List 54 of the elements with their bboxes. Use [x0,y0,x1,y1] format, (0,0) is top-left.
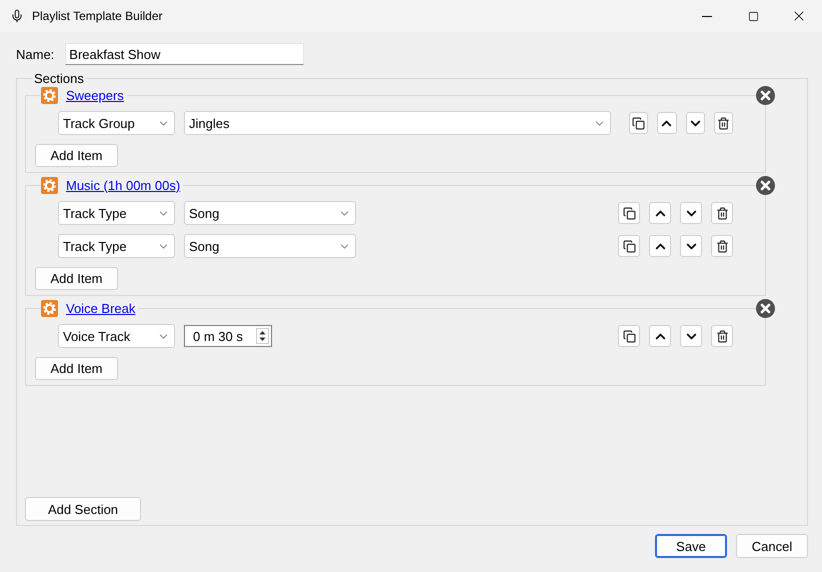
value-dropdown[interactable]: Song [184,201,356,225]
microphone-icon [10,9,24,23]
trash-icon [716,330,728,342]
remove-section-icon[interactable] [756,299,775,318]
copy-button[interactable] [618,235,640,257]
add-section-button[interactable]: Add Section [25,497,141,521]
source-dropdown[interactable]: Track Type [58,234,175,258]
copy-icon [622,330,636,342]
source-dropdown[interactable]: Voice Track [58,324,175,348]
copy-icon [622,240,636,252]
trash-icon [716,116,730,130]
sections-label: Sections [34,71,84,86]
copy-button[interactable] [629,112,648,134]
delete-button[interactable] [711,202,733,224]
trash-icon [716,206,728,220]
move-up-button[interactable] [649,325,671,347]
copy-icon [632,116,646,130]
add-item-button[interactable]: Add Item [35,357,118,380]
source-dropdown[interactable]: Track Group [58,111,175,135]
gear-icon[interactable] [41,176,58,194]
remove-section-icon[interactable] [756,176,775,195]
move-down-button[interactable] [680,202,702,224]
duration-spinner[interactable]: 0 m 30 s [184,325,272,347]
delete-button[interactable] [714,112,733,134]
delete-button[interactable] [711,235,733,257]
move-down-button[interactable] [686,112,705,134]
dialog-button[interactable]: Cancel [736,534,808,558]
source-dropdown[interactable]: Track Type [58,201,175,225]
copy-icon [622,206,636,220]
move-up-button[interactable] [649,202,671,224]
maximize-icon [748,10,758,22]
name-label: Name: [16,46,54,62]
copy-button[interactable] [618,325,640,347]
add-item-button[interactable]: Add Item [35,267,118,290]
spin-arrows-icon[interactable] [256,328,269,344]
section-title-link[interactable]: Voice Break [66,300,136,316]
dialog-button[interactable]: Save [655,534,727,558]
window-title: Playlist Template Builder [32,9,164,23]
trash-icon [716,240,728,252]
gear-icon[interactable] [41,300,58,316]
move-down-button[interactable] [680,235,702,257]
gear-icon[interactable] [41,86,58,104]
section-title-link[interactable]: Sweepers [66,88,124,102]
add-item-button[interactable]: Add Item [35,144,118,167]
value-dropdown[interactable]: Song [184,234,356,258]
name-field[interactable]: Breakfast Show [65,43,304,65]
delete-button[interactable] [711,325,733,347]
remove-section-icon[interactable] [756,86,775,105]
move-up-button[interactable] [657,112,676,134]
move-up-button[interactable] [649,235,671,257]
value-dropdown[interactable]: Jingles [184,111,611,135]
move-down-button[interactable] [680,325,702,347]
section-title-link[interactable]: Music (1h 00m 00s) [66,178,180,192]
copy-button[interactable] [618,202,640,224]
